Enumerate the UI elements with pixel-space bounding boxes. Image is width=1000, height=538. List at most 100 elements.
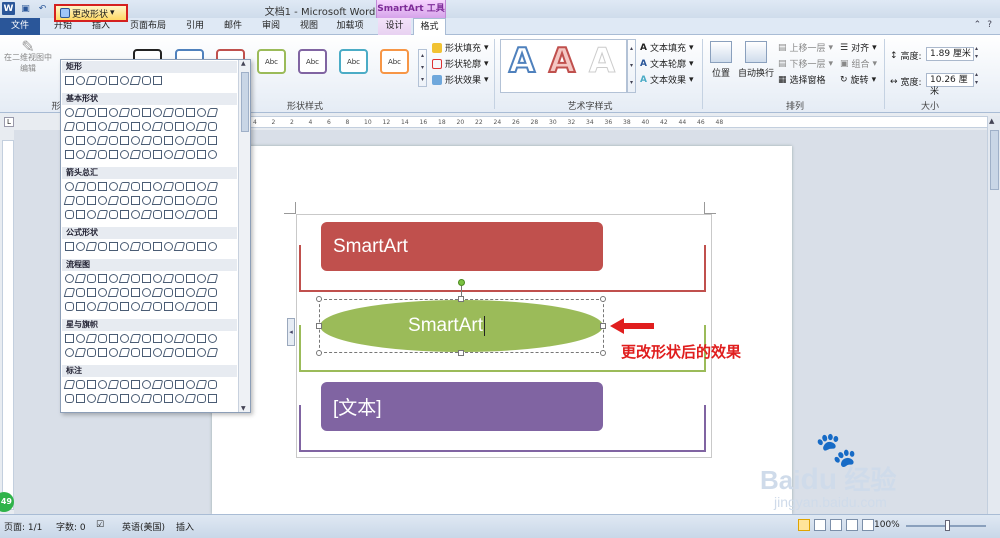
gallery-shape-icon[interactable] <box>87 394 96 403</box>
zoom-level[interactable]: 100% <box>874 520 900 530</box>
gallery-shape-icon[interactable] <box>208 242 217 251</box>
gallery-shape-icon[interactable] <box>109 182 118 191</box>
tab-mailings[interactable]: 邮件 <box>218 18 248 35</box>
gallery-shape-icon[interactable] <box>65 348 74 357</box>
gallery-shape-icon[interactable] <box>118 274 131 283</box>
gallery-shape-icon[interactable] <box>63 196 76 205</box>
gallery-shape-icon[interactable] <box>65 302 74 311</box>
gallery-shape-icon[interactable] <box>208 288 217 297</box>
wordart-style-blue[interactable]: A <box>502 40 542 82</box>
gallery-shape-icon[interactable] <box>120 288 129 297</box>
help-icon[interactable]: ? <box>987 20 992 30</box>
gallery-shape-icon[interactable] <box>173 150 186 159</box>
gallery-shape-icon[interactable] <box>173 242 186 251</box>
gallery-shape-icon[interactable] <box>131 136 140 145</box>
gallery-shape-icon[interactable] <box>142 242 151 251</box>
text-pane-toggle[interactable]: ◂ <box>287 318 295 346</box>
gallery-shape-icon[interactable] <box>140 394 153 403</box>
gallery-shape-icon[interactable] <box>175 288 184 297</box>
gallery-shape-icon[interactable] <box>197 302 206 311</box>
gallery-shape-icon[interactable] <box>131 196 140 205</box>
gallery-shape-icon[interactable] <box>65 242 74 251</box>
gallery-shape-icon[interactable] <box>98 150 107 159</box>
gallery-shape-icon[interactable] <box>164 210 173 219</box>
gallery-shape-icon[interactable] <box>98 274 107 283</box>
gallery-shape-icon[interactable] <box>206 108 219 117</box>
gallery-shape-icon[interactable] <box>109 136 118 145</box>
gallery-shape-icon[interactable] <box>76 136 85 145</box>
tab-view[interactable]: 视图 <box>294 18 324 35</box>
gallery-shape-icon[interactable] <box>98 334 107 343</box>
gallery-shape-icon[interactable] <box>164 122 173 131</box>
gallery-shape-icon[interactable] <box>164 136 173 145</box>
height-spinner[interactable]: ▴ ▾ <box>975 45 978 61</box>
gallery-shape-icon[interactable] <box>151 288 164 297</box>
outline-view-icon[interactable] <box>846 519 858 531</box>
gallery-shape-icon[interactable] <box>65 274 74 283</box>
gallery-shape-icon[interactable] <box>87 274 96 283</box>
gallery-shape-icon[interactable] <box>175 348 184 357</box>
gallery-shape-icon[interactable] <box>109 394 118 403</box>
selection-pane-button[interactable]: ▦ 选择窗格 <box>778 73 826 87</box>
gallery-shape-icon[interactable] <box>109 150 118 159</box>
gallery-shape-icon[interactable] <box>87 108 96 117</box>
gallery-shape-icon[interactable] <box>208 150 217 159</box>
gallery-shape-icon[interactable] <box>131 288 140 297</box>
resize-handle-w[interactable] <box>316 323 322 329</box>
gallery-shape-icon[interactable] <box>120 210 129 219</box>
gallery-shape-icon[interactable] <box>131 380 140 389</box>
word-count[interactable]: 字数: 0 <box>56 520 86 533</box>
gallery-shape-icon[interactable] <box>153 302 162 311</box>
draft-view-icon[interactable] <box>862 519 874 531</box>
resize-handle-e[interactable] <box>600 323 606 329</box>
gallery-shape-icon[interactable] <box>142 182 151 191</box>
wordart-style-white[interactable]: A <box>582 41 622 82</box>
gallery-shape-icon[interactable] <box>131 302 140 311</box>
gallery-shape-icon[interactable] <box>65 76 74 85</box>
tab-review[interactable]: 审阅 <box>256 18 286 35</box>
gallery-shape-icon[interactable] <box>74 274 87 283</box>
gallery-shape-icon[interactable] <box>109 76 118 85</box>
gallery-shape-icon[interactable] <box>76 150 85 159</box>
gallery-shape-icon[interactable] <box>87 122 96 131</box>
gallery-shape-icon[interactable] <box>164 302 173 311</box>
gallery-shape-icon[interactable] <box>195 122 208 131</box>
gallery-shape-icon[interactable] <box>98 196 107 205</box>
shape-style-purple[interactable]: Abc <box>298 49 327 74</box>
gallery-shape-icon[interactable] <box>65 210 74 219</box>
gallery-shape-icon[interactable] <box>65 108 74 117</box>
gallery-shape-icon[interactable] <box>197 334 206 343</box>
resize-handle-se[interactable] <box>600 350 606 356</box>
gallery-shape-icon[interactable] <box>129 242 142 251</box>
gallery-shape-icon[interactable] <box>85 150 98 159</box>
gallery-shape-icon[interactable] <box>195 288 208 297</box>
shape-effect-button[interactable]: 形状效果 ▾ <box>432 73 489 86</box>
gallery-shape-icon[interactable] <box>151 196 164 205</box>
gallery-shape-icon[interactable] <box>186 122 195 131</box>
gallery-shape-icon[interactable] <box>208 122 217 131</box>
gallery-shape-icon[interactable] <box>175 122 184 131</box>
gallery-shape-icon[interactable] <box>87 288 96 297</box>
tab-addins[interactable]: 加载项 <box>332 18 368 35</box>
gallery-shape-icon[interactable] <box>186 288 195 297</box>
wrap-text-button[interactable]: 自动换行 <box>738 41 774 79</box>
resize-handle-ne[interactable] <box>600 296 606 302</box>
gallery-shape-icon[interactable] <box>153 274 162 283</box>
gallery-shape-icon[interactable] <box>65 136 74 145</box>
gallery-shape-icon[interactable] <box>120 334 129 343</box>
gallery-shape-icon[interactable] <box>175 210 184 219</box>
gallery-shape-icon[interactable] <box>153 242 162 251</box>
gallery-shape-icon[interactable] <box>98 122 107 131</box>
gallery-shape-icon[interactable] <box>131 182 140 191</box>
gallery-shape-icon[interactable] <box>120 196 129 205</box>
tab-format[interactable]: 格式 <box>413 18 446 36</box>
gallery-shape-icon[interactable] <box>175 274 184 283</box>
gallery-shape-icon[interactable] <box>208 136 217 145</box>
gallery-shape-icon[interactable] <box>197 182 206 191</box>
gallery-shape-icon[interactable] <box>85 242 98 251</box>
gallery-shape-icon[interactable] <box>142 334 151 343</box>
gallery-shape-icon[interactable] <box>131 348 140 357</box>
gallery-shape-icon[interactable] <box>129 334 142 343</box>
shape-fill-button[interactable]: 形状填充 ▾ <box>432 41 489 54</box>
gallery-scroll-thumb[interactable] <box>241 72 249 132</box>
